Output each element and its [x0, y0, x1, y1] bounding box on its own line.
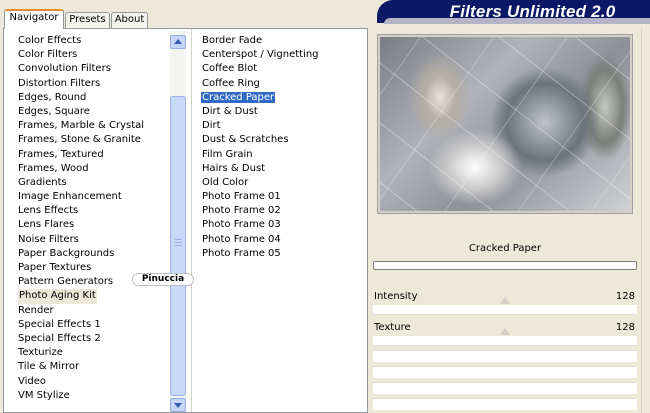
category-item[interactable]: Color Effects	[18, 34, 168, 48]
filter-item[interactable]: Photo Frame 04	[201, 233, 361, 247]
watermark: Pinuccia	[132, 273, 194, 286]
category-item[interactable]: Distortion Filters	[18, 77, 168, 91]
category-item[interactable]: Render	[18, 304, 168, 318]
filter-item-label: Photo Frame 01	[202, 191, 281, 203]
filter-item-label: Coffee Ring	[202, 77, 260, 89]
filter-item[interactable]: Old Color	[201, 176, 361, 190]
slider-track[interactable]	[373, 328, 637, 346]
category-item[interactable]: Edges, Round	[18, 91, 168, 105]
preview-frame	[377, 34, 633, 214]
preview-filter-name: Cracked Paper	[468, 243, 542, 254]
filter-item-label: Dirt & Dust	[202, 105, 258, 117]
category-item[interactable]: Frames, Textured	[18, 148, 168, 162]
category-item[interactable]: Convolution Filters	[18, 62, 168, 76]
category-item[interactable]: Frames, Marble & Crystal	[18, 119, 168, 133]
filter-item-label: Photo Frame 05	[202, 247, 281, 259]
slider-thumb[interactable]	[500, 328, 510, 335]
filter-item-label: Old Color	[202, 176, 249, 188]
category-list: Color Effects Color Filters Convolution Fi…	[18, 34, 168, 403]
filter-item[interactable]: Photo Frame 02	[201, 204, 361, 218]
preview-image[interactable]	[380, 37, 630, 211]
grip-icon	[175, 239, 182, 247]
filter-item-label: Border Fade	[202, 35, 263, 46]
filter-item[interactable]: Border Fade	[201, 34, 361, 48]
app-title: Filters Unlimited 2.0	[449, 2, 616, 21]
filter-item[interactable]: Centerspot / Vignetting	[201, 48, 361, 62]
scroll-thumb[interactable]	[170, 96, 186, 396]
category-item[interactable]: Lens Effects	[18, 204, 168, 218]
category-item[interactable]: Edges, Square	[18, 105, 168, 119]
filter-item-label: Photo Frame 04	[202, 233, 281, 245]
empty-slider-slot	[373, 350, 637, 362]
filter-item[interactable]: Dust & Scratches	[201, 133, 361, 147]
filter-item[interactable]: Hairs & Dust	[201, 162, 361, 176]
category-item-label: Photo Aging Kit	[18, 289, 97, 304]
category-item[interactable]: Lens Flares	[18, 218, 168, 232]
filter-item-label: Dirt	[202, 120, 221, 132]
slider-value: 128	[615, 291, 635, 302]
filter-item-label: Dust & Scratches	[202, 134, 289, 146]
slider-value: 128	[615, 322, 635, 333]
category-item[interactable]: Special Effects 1	[18, 318, 168, 332]
window-edge	[641, 28, 650, 413]
tab-about[interactable]: About	[111, 12, 148, 28]
scroll-up-button[interactable]	[170, 35, 186, 49]
filter-item[interactable]: Coffee Ring	[201, 77, 361, 91]
category-item[interactable]: Photo Aging Kit	[18, 289, 168, 304]
tab-navigator[interactable]: Navigator	[4, 9, 64, 29]
chevron-up-icon	[174, 39, 182, 44]
navigator-panel: Color Effects Color Filters Convolution Fi…	[3, 28, 368, 413]
slider-thumb[interactable]	[500, 297, 510, 304]
category-item[interactable]: Tile & Mirror	[18, 360, 168, 374]
filter-item[interactable]: Coffee Blot	[201, 62, 361, 76]
category-item[interactable]: Special Effects 2	[18, 332, 168, 346]
category-scrollbar[interactable]	[170, 31, 186, 412]
scroll-down-button[interactable]	[170, 398, 186, 412]
filter-item[interactable]: Cracked Paper	[201, 91, 361, 105]
filter-item-label: Film Grain	[202, 148, 253, 160]
category-item[interactable]: Image Enhancement	[18, 190, 168, 204]
chevron-down-icon	[174, 403, 182, 408]
filter-item[interactable]: Film Grain	[201, 148, 361, 162]
category-item[interactable]: Gradients	[18, 176, 168, 190]
filter-item[interactable]: Dirt	[201, 119, 361, 133]
filter-item[interactable]: Photo Frame 05	[201, 247, 361, 261]
category-item[interactable]: Noise Filters	[18, 233, 168, 247]
category-item[interactable]: VM Stylize	[18, 389, 168, 403]
category-item[interactable]: Color Filters	[18, 48, 168, 62]
filter-item[interactable]: Dirt & Dust	[201, 105, 361, 119]
slider-label: Texture	[374, 322, 411, 333]
slider-label: Intensity	[374, 291, 418, 302]
category-item[interactable]: Frames, Stone & Granite	[18, 133, 168, 147]
filter-item[interactable]: Photo Frame 01	[201, 190, 361, 204]
empty-slider-slot	[373, 382, 637, 394]
tab-bar: Navigator Presets About	[0, 0, 380, 29]
category-item[interactable]: Frames, Wood	[18, 162, 168, 176]
filter-item-label: Hairs & Dust	[202, 162, 266, 174]
filter-item-label: Coffee Blot	[202, 63, 258, 75]
slider-track[interactable]	[373, 297, 637, 315]
empty-slider-slot	[373, 398, 637, 410]
empty-slider-slot	[373, 366, 637, 378]
filter-item-label: Cracked Paper	[201, 91, 276, 103]
list-divider	[191, 29, 192, 412]
filter-item-label: Photo Frame 03	[202, 219, 281, 231]
filter-item-label: Photo Frame 02	[202, 205, 281, 217]
category-item[interactable]: Video	[18, 375, 168, 389]
progress-bar	[373, 261, 637, 270]
category-item[interactable]: Paper Backgrounds	[18, 247, 168, 261]
filter-item[interactable]: Photo Frame 03	[201, 218, 361, 232]
filter-list: Border Fade Centerspot / Vignetting Coffee…	[201, 34, 361, 261]
tab-presets[interactable]: Presets	[65, 12, 110, 28]
category-item[interactable]: Texturize	[18, 346, 168, 360]
filter-item-label: Centerspot / Vignetting	[202, 49, 319, 61]
